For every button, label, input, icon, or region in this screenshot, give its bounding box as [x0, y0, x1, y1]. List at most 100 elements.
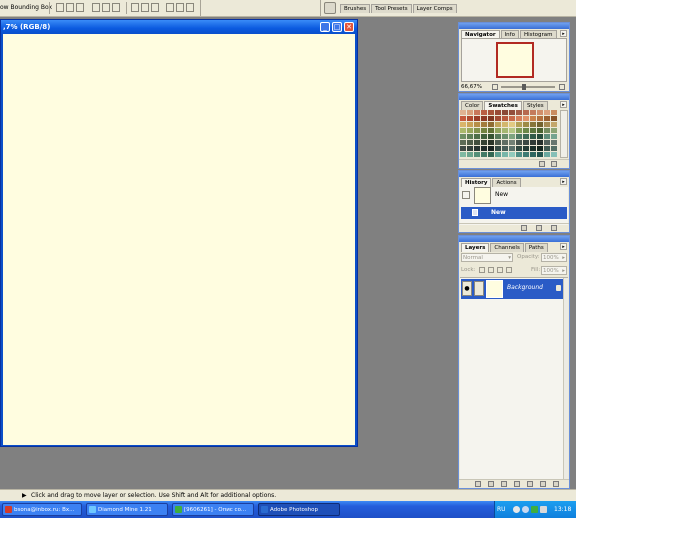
taskbar-button-document[interactable]: [9606261] - Опис со...: [172, 503, 254, 516]
layer-mask-icon[interactable]: [501, 481, 507, 487]
zoom-value[interactable]: 66,67%: [461, 83, 489, 91]
network-icon[interactable]: [513, 506, 520, 513]
swatch[interactable]: [481, 152, 487, 157]
swatch[interactable]: [502, 122, 508, 127]
align-left-edges-icon[interactable]: [92, 3, 100, 12]
swatch[interactable]: [544, 152, 550, 157]
swatch[interactable]: [488, 128, 494, 133]
swatch[interactable]: [537, 122, 543, 127]
clock[interactable]: 13:18: [554, 501, 571, 518]
create-snapshot-icon[interactable]: [536, 225, 542, 231]
swatch[interactable]: [523, 128, 529, 133]
new-group-icon[interactable]: [514, 481, 520, 487]
swatch[interactable]: [516, 116, 522, 121]
swatch[interactable]: [537, 128, 543, 133]
panel-title-bar[interactable]: [459, 23, 569, 29]
zoom-slider-thumb[interactable]: [522, 84, 526, 90]
layers-scrollbar[interactable]: [563, 278, 568, 479]
swatch[interactable]: [467, 140, 473, 145]
swatch[interactable]: [495, 128, 501, 133]
swatch[interactable]: [523, 152, 529, 157]
swatch[interactable]: [530, 128, 536, 133]
swatch[interactable]: [481, 116, 487, 121]
swatch[interactable]: [495, 116, 501, 121]
taskbar-button-mail[interactable]: bsona@inbox.ru: Вх...: [2, 503, 82, 516]
swatch[interactable]: [502, 134, 508, 139]
swatch[interactable]: [516, 134, 522, 139]
swatch[interactable]: [530, 116, 536, 121]
swatch[interactable]: [544, 146, 550, 151]
checkmark-icon[interactable]: [531, 506, 538, 513]
swatch[interactable]: [495, 134, 501, 139]
swatch[interactable]: [467, 128, 473, 133]
swatch[interactable]: [551, 152, 557, 157]
zoom-slider[interactable]: [501, 86, 555, 88]
history-snapshot-row[interactable]: New: [461, 187, 567, 205]
swatch[interactable]: [467, 110, 473, 115]
close-button[interactable]: ✕: [344, 22, 354, 32]
lock-transparent-icon[interactable]: [479, 267, 485, 273]
show-bounding-box-label[interactable]: ow Bounding Box: [0, 0, 52, 16]
swatch[interactable]: [502, 146, 508, 151]
zoom-in-icon[interactable]: [559, 84, 565, 90]
swatch[interactable]: [530, 122, 536, 127]
swatch[interactable]: [488, 140, 494, 145]
swatch[interactable]: [537, 116, 543, 121]
swatch[interactable]: [551, 122, 557, 127]
tab-channels[interactable]: Channels: [490, 243, 524, 252]
swatch[interactable]: [488, 122, 494, 127]
tab-actions[interactable]: Actions: [492, 178, 521, 187]
blend-mode-select[interactable]: Normal ▾: [461, 253, 513, 262]
swatch[interactable]: [495, 110, 501, 115]
swatch[interactable]: [502, 116, 508, 121]
navigator-view-box[interactable]: [496, 42, 534, 78]
swatch[interactable]: [460, 134, 466, 139]
panel-menu-arrow-icon[interactable]: ▸: [560, 243, 567, 250]
layer-style-icon[interactable]: [488, 481, 494, 487]
swatch[interactable]: [488, 110, 494, 115]
language-indicator[interactable]: RU: [497, 501, 506, 518]
swatch[interactable]: [530, 134, 536, 139]
swatch[interactable]: [467, 146, 473, 151]
distribute-bottom-icon[interactable]: [151, 3, 159, 12]
history-brush-source-icon[interactable]: [462, 191, 470, 199]
lock-all-icon[interactable]: [506, 267, 512, 273]
swatch[interactable]: [537, 152, 543, 157]
taskbar-button-diamond-mine[interactable]: Diamond Mine 1.21: [86, 503, 168, 516]
fill-field[interactable]: 100% ▸: [541, 266, 567, 275]
tab-layer-comps[interactable]: Layer Comps: [412, 4, 457, 13]
swatch[interactable]: [509, 152, 515, 157]
swatch[interactable]: [488, 152, 494, 157]
tab-swatches[interactable]: Swatches: [484, 101, 522, 110]
swatch[interactable]: [516, 140, 522, 145]
swatch[interactable]: [551, 116, 557, 121]
swatch[interactable]: [474, 140, 480, 145]
tab-tool-presets[interactable]: Tool Presets: [371, 4, 412, 13]
swatch[interactable]: [537, 146, 543, 151]
swatch[interactable]: [460, 110, 466, 115]
swatch[interactable]: [467, 116, 473, 121]
document-canvas[interactable]: [3, 34, 355, 445]
tab-layers[interactable]: Layers: [461, 243, 490, 252]
swatch[interactable]: [537, 134, 543, 139]
swatch[interactable]: [530, 140, 536, 145]
layer-row-background[interactable]: ● Background: [461, 279, 563, 299]
swatch[interactable]: [481, 110, 487, 115]
swatch[interactable]: [460, 140, 466, 145]
swatch[interactable]: [523, 116, 529, 121]
swatch[interactable]: [523, 140, 529, 145]
swatch[interactable]: [509, 140, 515, 145]
swatch[interactable]: [474, 152, 480, 157]
zoom-out-icon[interactable]: [492, 84, 498, 90]
swatch[interactable]: [537, 110, 543, 115]
swatch[interactable]: [551, 146, 557, 151]
swatch[interactable]: [502, 152, 508, 157]
swatch[interactable]: [460, 122, 466, 127]
maximize-button[interactable]: □: [332, 22, 342, 32]
tab-history[interactable]: History: [461, 178, 492, 187]
swatch[interactable]: [467, 152, 473, 157]
swatch[interactable]: [544, 128, 550, 133]
swatch[interactable]: [495, 146, 501, 151]
swatch[interactable]: [509, 116, 515, 121]
new-swatch-icon[interactable]: [539, 161, 545, 167]
